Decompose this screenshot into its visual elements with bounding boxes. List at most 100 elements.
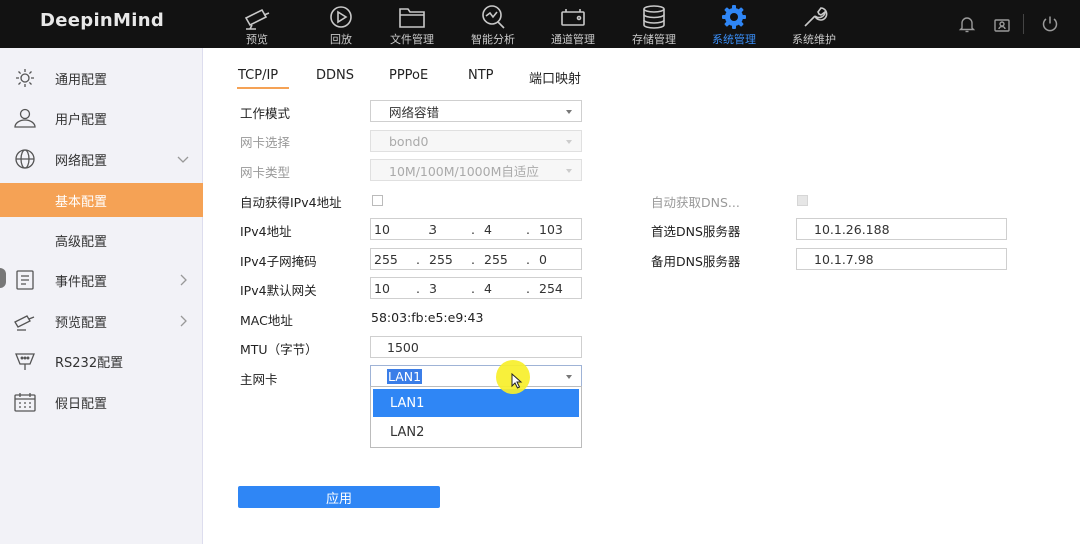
power-icon[interactable]	[1040, 14, 1060, 34]
chevron-down-icon	[566, 169, 572, 173]
channel-icon	[561, 9, 585, 26]
auto-dns-label: 自动获取DNS...	[651, 195, 740, 210]
ipv4-address-octet-3[interactable]: 4	[484, 222, 492, 237]
app-logo: DeepinMind	[40, 10, 165, 31]
chevron-down-icon	[566, 375, 572, 379]
ipv4-address-octet-4[interactable]: 103	[539, 222, 563, 237]
sidebar-item-advanced-config[interactable]: 高级配置	[0, 223, 203, 257]
tab-tcpip[interactable]: TCP/IP	[238, 68, 278, 83]
mouse-pointer-icon	[511, 373, 523, 389]
bell-icon[interactable]	[957, 14, 977, 34]
storage-icon	[643, 5, 665, 29]
nic-select-label: 网卡选择	[240, 135, 291, 150]
mac-value: 58:03:fb:e5:e9:43	[371, 310, 484, 325]
ipv4-mask-octet-4[interactable]: 0	[539, 252, 547, 267]
sidebar-item-preview[interactable]: 预览配置	[0, 304, 203, 338]
ip-separator: .	[526, 281, 530, 296]
ip-separator: .	[526, 252, 530, 267]
ipv4-gateway-input[interactable]: 10 . 3 . 4 . 254	[370, 277, 582, 299]
toolbar-divider	[1023, 14, 1024, 34]
active-tab-indicator	[237, 87, 289, 89]
nic-select: bond0	[370, 130, 582, 152]
ipv4-gateway-label: IPv4默认网关	[240, 283, 317, 298]
nav-preview[interactable]: 预览	[242, 0, 272, 48]
nav-smart-analysis[interactable]: 智能分析	[471, 0, 515, 48]
sidebar-collapse-handle[interactable]	[0, 268, 6, 288]
ip-separator: .	[526, 222, 530, 237]
calendar-icon	[14, 393, 36, 412]
mtu-input[interactable]: 1500	[370, 336, 582, 358]
lock-user-icon[interactable]	[992, 14, 1012, 34]
nav-system-maintenance[interactable]: 系统维护	[792, 0, 836, 48]
preferred-dns-input[interactable]: 10.1.26.188	[796, 218, 1007, 240]
ipv4-address-label: IPv4地址	[240, 224, 292, 239]
work-mode-label: 工作模式	[240, 106, 291, 121]
nic-type-label: 网卡类型	[240, 165, 291, 180]
auto-ipv4-checkbox[interactable]	[372, 195, 383, 206]
nav-system-management[interactable]: 系统管理	[712, 0, 756, 48]
ipv4-gateway-octet-1[interactable]: 10	[374, 281, 390, 296]
chevron-down-icon	[566, 110, 572, 114]
alternate-dns-input[interactable]: 10.1.7.98	[796, 248, 1007, 270]
ip-separator: .	[416, 252, 420, 267]
nav-storage-management[interactable]: 存储管理	[632, 0, 676, 48]
dropdown-option-lan1[interactable]: LAN1	[373, 389, 579, 417]
tab-port-mapping[interactable]: 端口映射	[529, 68, 581, 87]
chevron-right-icon	[180, 315, 187, 327]
nic-type-select: 10M/100M/1000M自适应	[370, 159, 582, 181]
sidebar-item-general[interactable]: 通用配置	[0, 61, 203, 95]
playback-icon	[330, 6, 352, 28]
ip-separator: .	[416, 281, 420, 296]
gear-icon	[722, 5, 746, 29]
analysis-icon	[482, 5, 505, 29]
nav-playback[interactable]: 回放	[326, 0, 356, 48]
dropdown-option-lan2[interactable]: LAN2	[373, 418, 579, 446]
mac-label: MAC地址	[240, 313, 293, 328]
wrench-icon	[804, 7, 828, 27]
chevron-down-icon	[177, 156, 189, 163]
ipv4-gateway-octet-3[interactable]: 4	[484, 281, 492, 296]
preferred-dns-label: 首选DNS服务器	[651, 224, 741, 239]
globe-icon	[15, 149, 35, 169]
ipv4-gateway-octet-2[interactable]: 3	[429, 281, 437, 296]
tab-ddns[interactable]: DDNS	[316, 68, 354, 83]
auto-dns-checkbox	[797, 195, 808, 206]
settings-icon	[16, 69, 34, 87]
ipv4-mask-label: IPv4子网掩码	[240, 254, 317, 269]
mtu-label: MTU（字节）	[240, 342, 318, 357]
folder-icon	[399, 8, 425, 28]
ipv4-mask-input[interactable]: 255 . 255 . 255 . 0	[370, 248, 582, 270]
tab-ntp[interactable]: NTP	[468, 68, 494, 83]
serial-icon	[15, 353, 35, 370]
event-icon	[16, 270, 34, 290]
camera-icon	[244, 8, 270, 30]
sidebar-item-user[interactable]: 用户配置	[0, 101, 203, 135]
nav-file-management[interactable]: 文件管理	[390, 0, 434, 48]
auto-ipv4-label: 自动获得IPv4地址	[240, 195, 342, 210]
ipv4-address-input[interactable]: 10 . 3 . 4 . 103	[370, 218, 582, 240]
sidebar-item-network[interactable]: 网络配置	[0, 142, 203, 176]
work-mode-select[interactable]: 网络容错	[370, 100, 582, 122]
sidebar-item-rs232[interactable]: RS232配置	[0, 344, 203, 378]
ipv4-gateway-octet-4[interactable]: 254	[539, 281, 563, 296]
ip-separator: .	[471, 281, 475, 296]
sidebar-item-holiday[interactable]: 假日配置	[0, 385, 203, 419]
ip-separator: .	[471, 222, 475, 237]
ipv4-mask-octet-1[interactable]: 255	[374, 252, 398, 267]
main-nic-label: 主网卡	[240, 372, 278, 387]
tab-pppoe[interactable]: PPPoE	[389, 68, 428, 83]
ipv4-address-octet-2[interactable]: 3	[429, 222, 437, 237]
ipv4-address-octet-1[interactable]: 10	[374, 222, 390, 237]
sidebar-item-basic-config[interactable]: 基本配置	[0, 183, 203, 217]
chevron-down-icon	[566, 140, 572, 144]
main-nic-select[interactable]: LAN1	[370, 365, 582, 387]
ipv4-mask-octet-3[interactable]: 255	[484, 252, 508, 267]
sidebar: 通用配置 用户配置 网络配置 基本配置 高级配置 事件配置 预览配置 RS232…	[0, 48, 203, 544]
alternate-dns-label: 备用DNS服务器	[651, 254, 741, 269]
sidebar-item-event[interactable]: 事件配置	[0, 263, 203, 297]
ipv4-mask-octet-2[interactable]: 255	[429, 252, 453, 267]
chevron-right-icon	[180, 274, 187, 286]
main-nic-dropdown: LAN1 LAN2	[370, 386, 582, 448]
apply-button[interactable]: 应用	[238, 486, 440, 508]
nav-channel-management[interactable]: 通道管理	[551, 0, 595, 48]
